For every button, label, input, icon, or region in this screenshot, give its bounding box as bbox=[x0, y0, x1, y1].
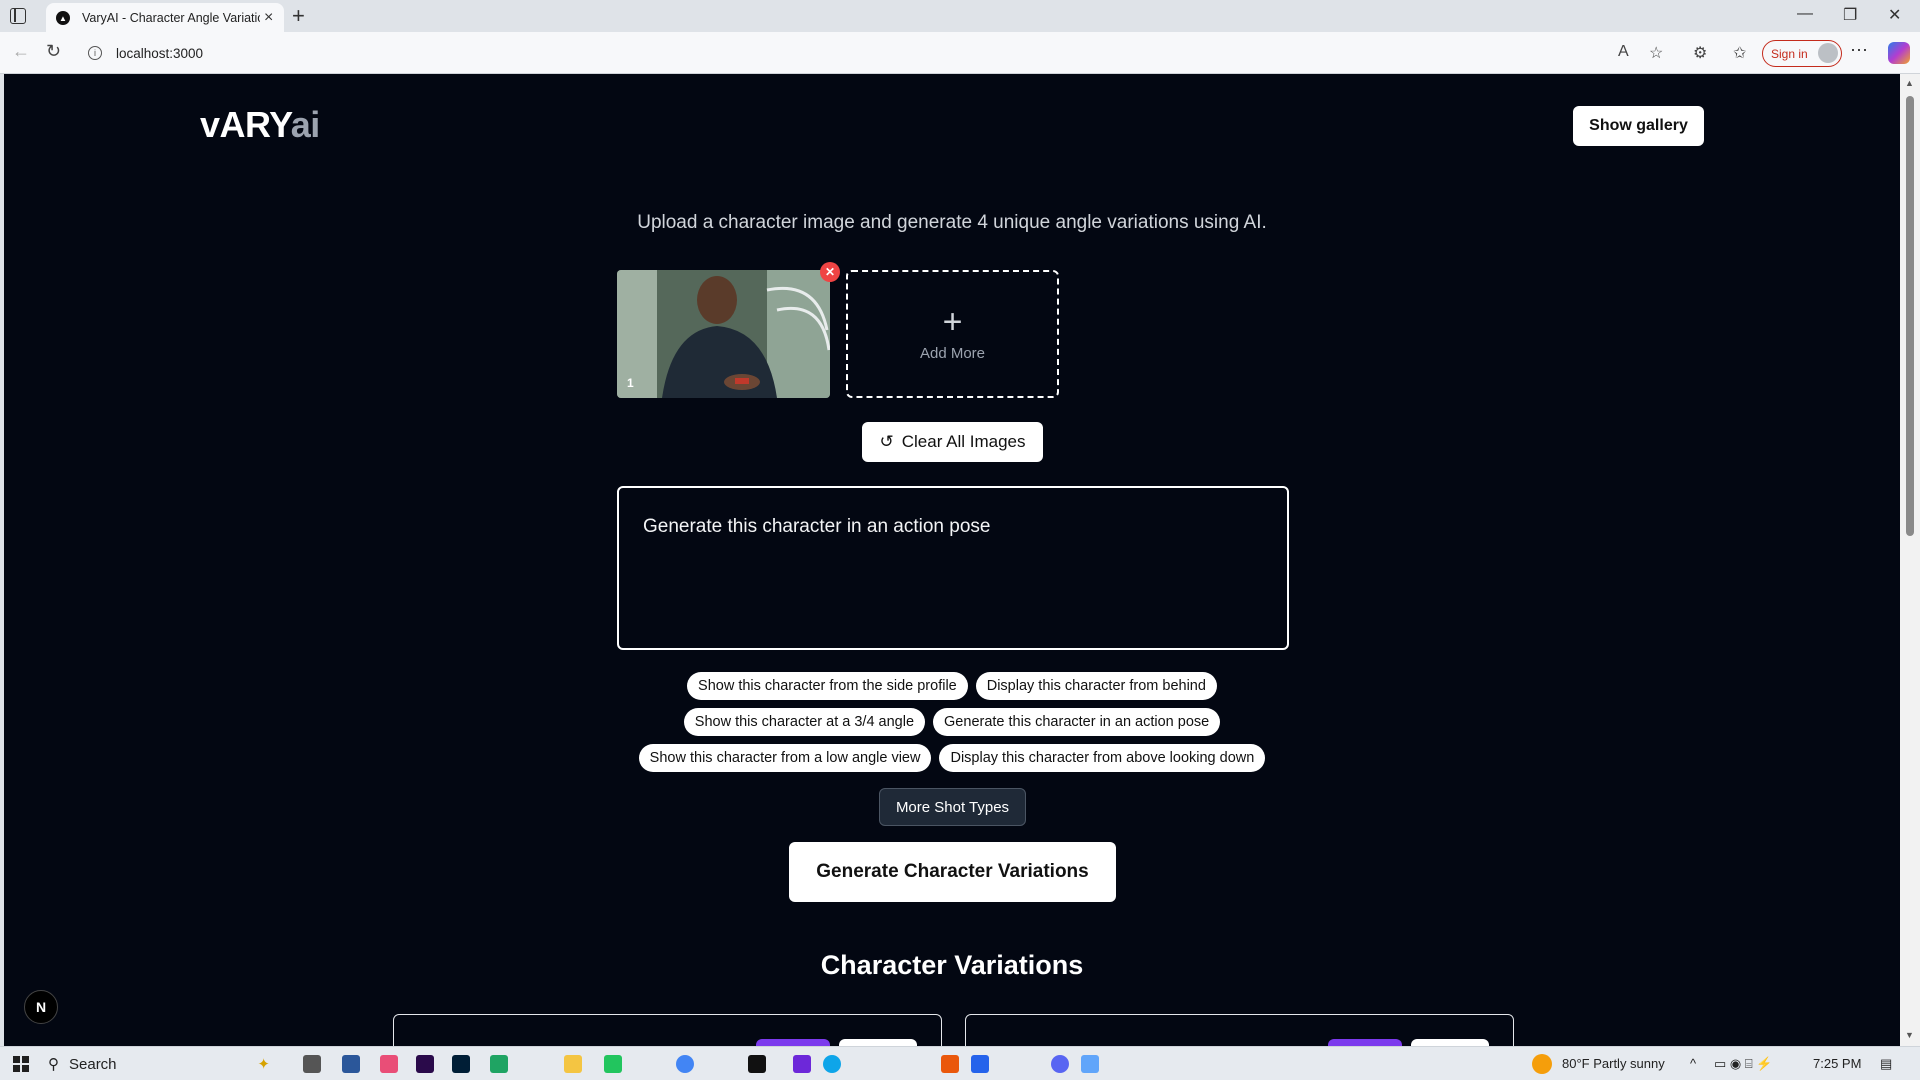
extensions-icon[interactable]: ⚙ bbox=[1693, 43, 1707, 63]
more-shot-types-button[interactable]: More Shot Types bbox=[879, 788, 1026, 826]
tab-title: VaryAI - Character Angle Variation bbox=[82, 11, 260, 25]
app-icon[interactable] bbox=[793, 1055, 811, 1073]
start-icon[interactable] bbox=[13, 1056, 29, 1072]
suggestion-chip[interactable]: Display this character from above lookin… bbox=[939, 744, 1266, 772]
taskbar-search[interactable]: ⚲ Search ✦ bbox=[42, 1049, 278, 1079]
read-aloud-icon[interactable]: A bbox=[1618, 43, 1629, 61]
scroll-down-icon[interactable]: ▼ bbox=[1905, 1030, 1914, 1040]
copilot-icon[interactable] bbox=[1888, 42, 1910, 64]
discord-icon[interactable] bbox=[1051, 1055, 1069, 1073]
show-gallery-button[interactable]: Show gallery bbox=[1573, 106, 1704, 146]
plus-icon: + bbox=[942, 302, 963, 341]
weather-text[interactable]: 80°F Partly sunny bbox=[1562, 1056, 1665, 1071]
search-icon: ⚲ bbox=[48, 1056, 59, 1073]
reset-icon: ↺ bbox=[879, 432, 894, 451]
browser-tab-bar: ▲ VaryAI - Character Angle Variation × +… bbox=[0, 0, 1920, 33]
prompt-suggestions: Show this character from the side profil… bbox=[4, 672, 1900, 780]
variation-card bbox=[393, 1014, 942, 1046]
suggestion-chip[interactable]: Show this character at a 3/4 angle bbox=[683, 708, 926, 736]
profile-avatar-icon bbox=[1818, 43, 1838, 63]
premiere-icon[interactable] bbox=[416, 1055, 434, 1073]
suggestion-row: Show this character from a low angle vie… bbox=[4, 744, 1900, 772]
card-white-button[interactable] bbox=[839, 1039, 917, 1046]
site-info-icon[interactable]: i bbox=[88, 46, 102, 60]
task-view-icon[interactable] bbox=[303, 1055, 321, 1073]
url-text[interactable]: localhost:3000 bbox=[116, 46, 203, 61]
scroll-thumb[interactable] bbox=[1906, 96, 1914, 536]
add-more-label: Add More bbox=[919, 344, 986, 362]
zoom-icon[interactable] bbox=[971, 1055, 989, 1073]
more-menu-icon[interactable]: ⋯ bbox=[1850, 40, 1868, 61]
taskbar-search-label: Search bbox=[69, 1055, 117, 1073]
page-subtitle: Upload a character image and generate 4 … bbox=[637, 212, 1267, 233]
address-bar[interactable]: i localhost:3000 bbox=[80, 38, 1620, 68]
card-purple-button[interactable] bbox=[756, 1039, 830, 1046]
word-icon[interactable] bbox=[342, 1055, 360, 1073]
logo-suffix: ai bbox=[290, 104, 321, 145]
nextjs-dev-badge[interactable]: N bbox=[24, 990, 58, 1024]
suggestion-row: Show this character from the side profil… bbox=[4, 672, 1900, 700]
tray-icons[interactable]: ▭ ◉ ⌸ ⚡ bbox=[1714, 1056, 1772, 1072]
suggestion-chip[interactable]: Display this character from behind bbox=[975, 672, 1217, 700]
new-tab-icon[interactable]: + bbox=[292, 4, 305, 28]
windows-taskbar: ⚲ Search ✦ 80°F Partly sunny ^ ▭ ◉ ⌸ ⚡ 7… bbox=[0, 1046, 1920, 1080]
logo-main: vARY bbox=[200, 104, 291, 145]
tray-chevron-icon[interactable]: ^ bbox=[1690, 1056, 1696, 1071]
suggestion-row: Show this character at a 3/4 angle Gener… bbox=[4, 708, 1900, 736]
suggestion-chip[interactable]: Generate this character in an action pos… bbox=[933, 708, 1221, 736]
app-icon[interactable] bbox=[380, 1055, 398, 1073]
sign-in-button[interactable]: Sign in bbox=[1762, 40, 1842, 67]
clear-all-images-button[interactable]: ↺ Clear All Images bbox=[862, 422, 1043, 462]
tab-close-icon[interactable]: × bbox=[264, 9, 273, 27]
scroll-up-icon[interactable]: ▲ bbox=[1905, 78, 1914, 88]
photoshop-icon[interactable] bbox=[452, 1055, 470, 1073]
browser-toolbar: ← ↻ i localhost:3000 A ☆ ⚙ ✩ Sign in ⋯ bbox=[0, 32, 1920, 74]
results-section-title: Character Variations bbox=[820, 950, 1084, 980]
notepad-icon[interactable] bbox=[1081, 1055, 1099, 1073]
variation-card bbox=[965, 1014, 1514, 1046]
image-index-label: 1 bbox=[627, 376, 634, 390]
minimize-icon[interactable]: — bbox=[1797, 5, 1813, 23]
notifications-icon[interactable]: ▤ bbox=[1880, 1056, 1892, 1072]
app-icon[interactable] bbox=[941, 1055, 959, 1073]
edge-icon[interactable] bbox=[823, 1055, 841, 1073]
uploaded-character-photo bbox=[617, 270, 830, 398]
search-highlight-icon: ✦ bbox=[257, 1056, 270, 1073]
app-logo[interactable]: vARYai bbox=[200, 104, 320, 146]
page-viewport: vARYai Show gallery Upload a character i… bbox=[4, 74, 1900, 1046]
browser-tab[interactable]: ▲ VaryAI - Character Angle Variation × bbox=[46, 3, 284, 33]
app-icon[interactable] bbox=[604, 1055, 622, 1073]
window-close-icon[interactable]: ✕ bbox=[1888, 5, 1901, 25]
sign-in-label: Sign in bbox=[1771, 46, 1808, 61]
weather-icon[interactable] bbox=[1532, 1054, 1552, 1074]
favorite-star-icon[interactable]: ☆ bbox=[1649, 43, 1663, 63]
suggestion-chip[interactable]: Show this character from a low angle vie… bbox=[638, 744, 932, 772]
card-white-button[interactable] bbox=[1411, 1039, 1489, 1046]
prompt-textarea[interactable]: Generate this character in an action pos… bbox=[617, 486, 1289, 650]
generate-variations-button[interactable]: Generate Character Variations bbox=[789, 842, 1116, 902]
add-more-dropzone[interactable]: + Add More bbox=[846, 270, 1059, 398]
tab-favicon-icon: ▲ bbox=[56, 11, 70, 25]
tab-actions-icon[interactable] bbox=[10, 8, 26, 24]
clear-all-label: Clear All Images bbox=[901, 432, 1026, 451]
restore-icon[interactable]: ❐ bbox=[1843, 5, 1857, 25]
file-explorer-icon[interactable] bbox=[564, 1055, 582, 1073]
suggestion-chip[interactable]: Show this character from the side profil… bbox=[687, 672, 968, 700]
favorites-icon[interactable]: ✩ bbox=[1733, 43, 1746, 63]
app-icon[interactable] bbox=[748, 1055, 766, 1073]
page-scrollbar[interactable]: ▲ ▼ bbox=[1900, 74, 1920, 1046]
refresh-icon[interactable]: ↻ bbox=[46, 41, 61, 62]
remove-image-icon[interactable]: ✕ bbox=[820, 262, 840, 282]
back-icon[interactable]: ← bbox=[12, 41, 30, 62]
chrome-icon[interactable] bbox=[676, 1055, 694, 1073]
drive-icon[interactable] bbox=[490, 1055, 508, 1073]
clock-time[interactable]: 7:25 PM bbox=[1813, 1056, 1861, 1071]
uploaded-image-thumbnail[interactable]: 1 bbox=[617, 270, 830, 398]
card-purple-button[interactable] bbox=[1328, 1039, 1402, 1046]
